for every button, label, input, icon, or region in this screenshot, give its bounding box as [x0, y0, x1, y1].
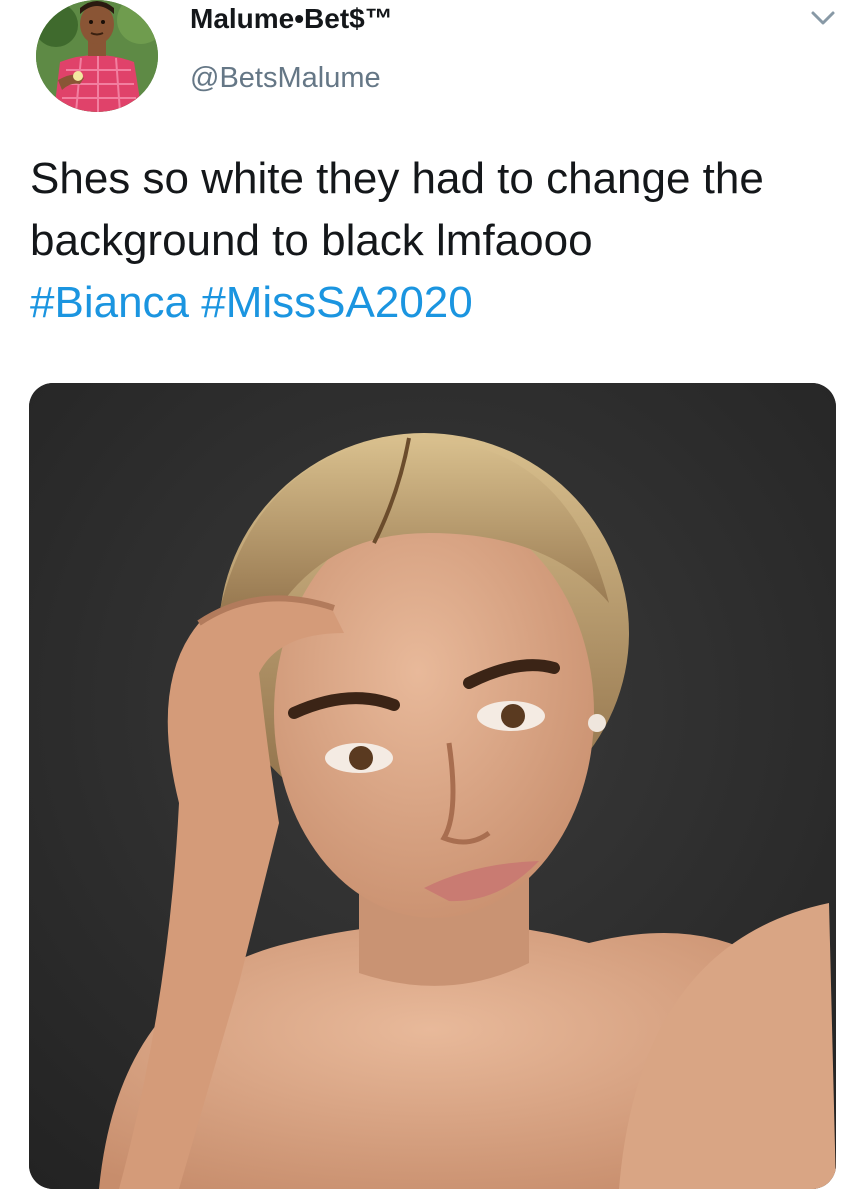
portrait-photo: [29, 383, 836, 1189]
tweet: Malume•Bet$™ @BetsMalume Shes so white t…: [0, 0, 865, 1200]
username-handle[interactable]: @BetsMalume: [190, 62, 381, 95]
hashtag-misssa2020[interactable]: #MissSA2020: [201, 278, 472, 327]
display-name[interactable]: Malume•Bet$™: [190, 3, 393, 35]
chevron-down-icon[interactable]: [808, 4, 838, 32]
tweet-body: Shes so white they had to change the bac…: [30, 154, 764, 265]
avatar[interactable]: [36, 0, 158, 112]
hashtag-bianca[interactable]: #Bianca: [30, 278, 189, 327]
tweet-photo[interactable]: [29, 383, 836, 1189]
cartoon-avatar-icon: [36, 0, 158, 112]
tweet-text: Shes so white they had to change the bac…: [30, 148, 840, 334]
